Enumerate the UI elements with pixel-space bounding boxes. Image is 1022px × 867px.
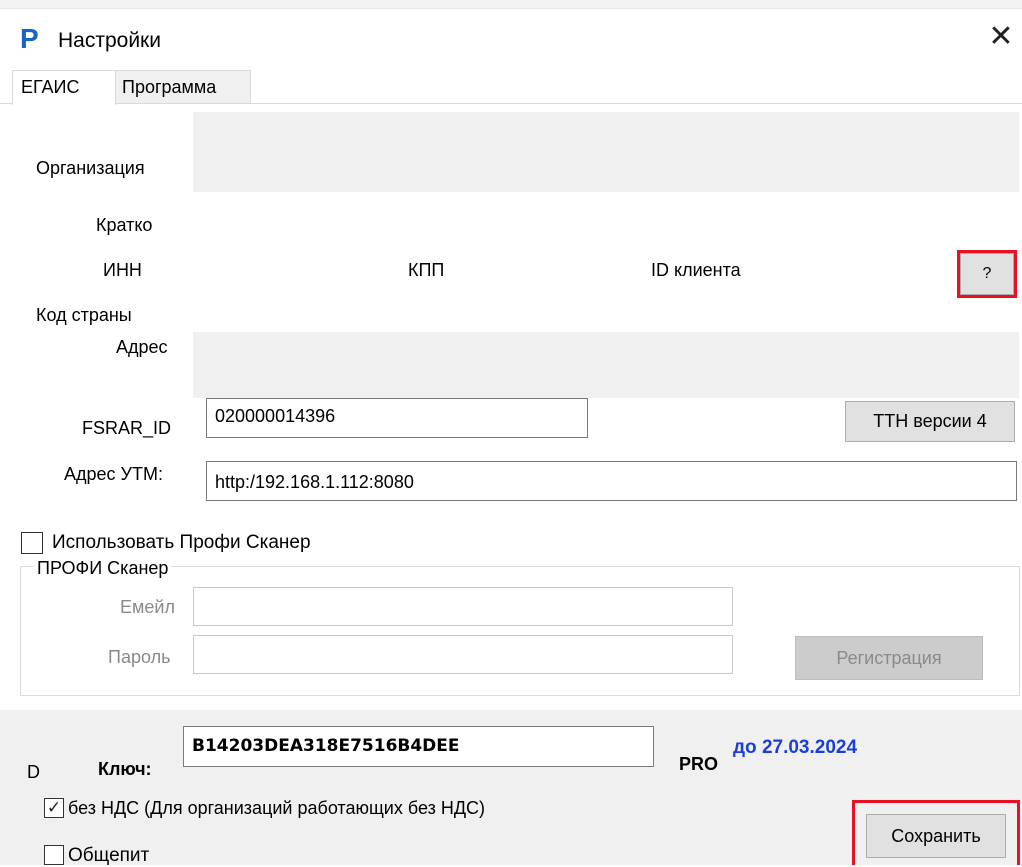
window-top-edge bbox=[0, 0, 1022, 9]
organization-field bbox=[193, 112, 1019, 192]
no-vat-label: без НДС (Для организаций работающих без … bbox=[68, 798, 486, 818]
password-input[interactable] bbox=[193, 635, 733, 674]
email-input[interactable] bbox=[193, 587, 733, 626]
close-icon[interactable]: ✕ bbox=[986, 22, 1016, 52]
kpp-label: КПП bbox=[408, 260, 445, 280]
use-profi-scanner-checkbox[interactable] bbox=[21, 532, 43, 554]
save-button[interactable]: Сохранить bbox=[866, 814, 1006, 858]
valid-until-label: до 27.03.2024 bbox=[733, 737, 858, 758]
utm-address-input[interactable]: http:/192.168.1.112:8080 bbox=[206, 461, 1017, 501]
no-vat-checkbox[interactable]: ✓ bbox=[44, 798, 64, 818]
fsrar-id-label: FSRAR_ID bbox=[82, 418, 172, 438]
edition-label: PRO bbox=[679, 754, 719, 774]
client-id-label: ID клиента bbox=[651, 260, 741, 280]
tab-egais[interactable]: ЕГАИС bbox=[12, 70, 116, 105]
use-profi-scanner-label: Использовать Профи Сканер bbox=[52, 532, 311, 553]
ttn-version-button[interactable]: ТТН версии 4 bbox=[845, 401, 1015, 442]
key-label: Ключ: bbox=[98, 759, 152, 779]
password-label: Пароль bbox=[108, 647, 171, 667]
address-label: Адрес bbox=[116, 337, 168, 357]
short-name-label: Кратко bbox=[96, 215, 153, 235]
app-logo-icon: P bbox=[20, 23, 39, 54]
fsrar-id-input[interactable]: 020000014396 bbox=[206, 398, 588, 438]
tab-program[interactable]: Программа bbox=[113, 70, 251, 103]
address-field bbox=[193, 332, 1019, 398]
license-key-input[interactable]: B14203DEA318E7516B4DEE bbox=[183, 726, 654, 767]
catering-checkbox[interactable] bbox=[44, 845, 64, 865]
country-code-label: Код страны bbox=[36, 305, 132, 325]
utm-address-label: Адрес УТМ: bbox=[64, 464, 163, 484]
organization-label: Организация bbox=[36, 158, 145, 178]
help-button[interactable]: ? bbox=[960, 253, 1014, 295]
catering-label: Общепит bbox=[68, 845, 150, 866]
tab-strip-divider bbox=[0, 103, 1022, 104]
window-title: Настройки bbox=[58, 29, 161, 52]
email-label: Емейл bbox=[120, 597, 175, 617]
help-button-highlight: ? bbox=[957, 250, 1017, 298]
d-label: D bbox=[27, 762, 40, 782]
register-button[interactable]: Регистрация bbox=[795, 636, 983, 680]
profi-scanner-group-title: ПРОФИ Сканер bbox=[34, 557, 172, 579]
inn-label: ИНН bbox=[103, 260, 142, 280]
